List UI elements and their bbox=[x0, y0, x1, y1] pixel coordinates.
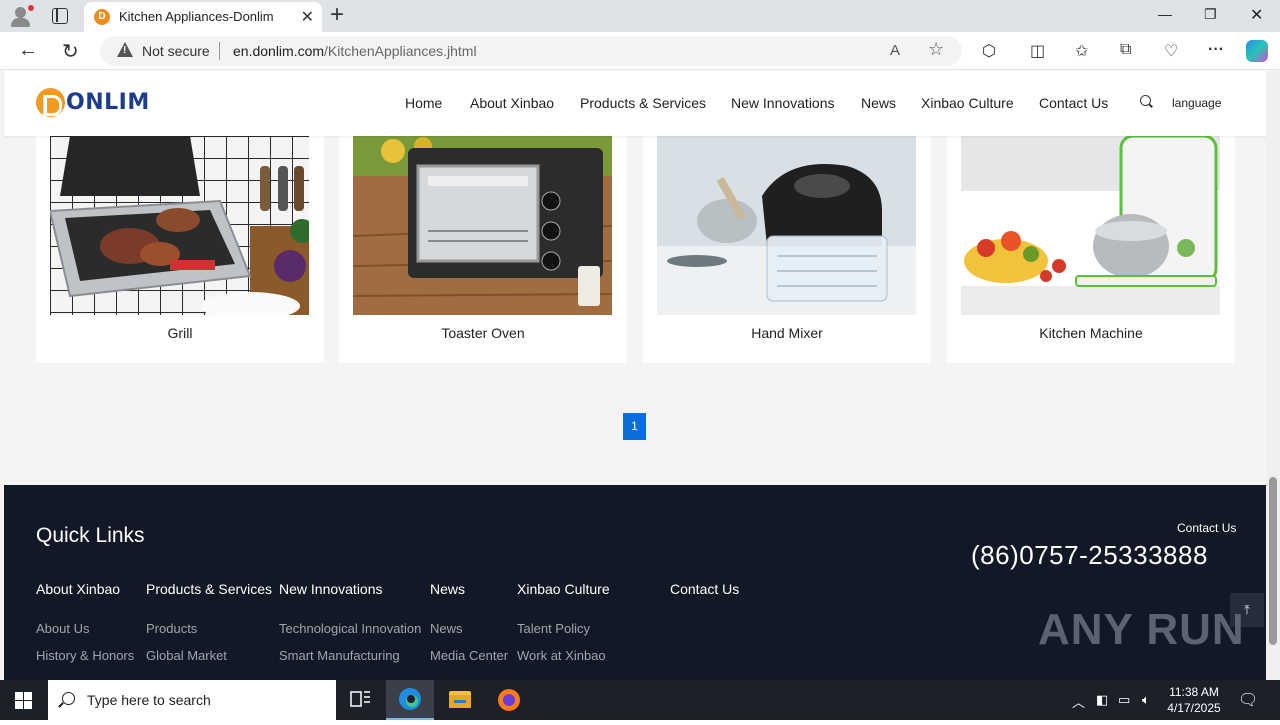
footer-link-news[interactable]: News bbox=[430, 621, 463, 636]
page-scrollbar[interactable] bbox=[1266, 71, 1280, 680]
language-selector[interactable]: language bbox=[1172, 96, 1221, 110]
footer-link-products[interactable]: Products bbox=[146, 621, 197, 636]
nav-new-innovations[interactable]: New Innovations bbox=[731, 95, 835, 111]
pagination-page-1[interactable]: 1 bbox=[623, 413, 646, 440]
footer-link-technological-innovation[interactable]: Technological Innovation bbox=[279, 621, 421, 636]
tab-actions-icon[interactable] bbox=[52, 8, 68, 24]
restore-icon[interactable]: ❐ bbox=[1204, 6, 1217, 23]
window-close-icon[interactable]: ✕ bbox=[1250, 5, 1263, 25]
browser-essentials-icon[interactable]: ♡ bbox=[1164, 41, 1178, 61]
page-viewport: ONLIM Home About Xinbao Products & Servi… bbox=[0, 71, 1266, 680]
logo-mark-icon bbox=[36, 88, 65, 117]
refresh-icon[interactable]: ↻ bbox=[62, 39, 79, 64]
new-tab-icon[interactable]: + bbox=[330, 3, 344, 27]
product-card-hand-mixer[interactable]: Hand Mixer bbox=[643, 121, 931, 363]
tab-close-icon[interactable]: ✕ bbox=[301, 7, 314, 27]
url-path: /KitchenAppliances.jhtml bbox=[324, 43, 477, 59]
toaster-oven-image[interactable] bbox=[353, 136, 612, 315]
collections-icon[interactable]: ⧉ bbox=[1120, 41, 1131, 59]
tab-strip: D Kitchen Appliances-Donlim ✕ + ― ❐ ✕ bbox=[0, 0, 1280, 32]
taskbar-search[interactable]: Type here to search bbox=[48, 680, 336, 720]
site-header: ONLIM Home About Xinbao Products & Servi… bbox=[4, 71, 1266, 136]
browser-toolbar: ← ↻ Not secure en.donlim.com/KitchenAppl… bbox=[0, 32, 1280, 70]
contact-label: Contact Us bbox=[1177, 521, 1237, 535]
footer-link-history-honors[interactable]: History & Honors bbox=[36, 648, 134, 663]
favorites-icon[interactable]: ✩ bbox=[1075, 41, 1088, 61]
url-text[interactable]: en.donlim.com/KitchenAppliances.jhtml bbox=[233, 43, 477, 59]
task-view-icon[interactable] bbox=[336, 680, 384, 720]
kitchen-machine-image[interactable] bbox=[961, 136, 1220, 315]
product-name[interactable]: Hand Mixer bbox=[643, 325, 931, 341]
nav-xinbao-culture[interactable]: Xinbao Culture bbox=[921, 95, 1014, 111]
product-name[interactable]: Toaster Oven bbox=[339, 325, 627, 341]
search-icon[interactable] bbox=[1140, 95, 1151, 106]
footer-heading-contact[interactable]: Contact Us bbox=[670, 581, 739, 597]
site-footer: Quick Links Contact Us (86)0757-25333888… bbox=[4, 485, 1266, 680]
favorite-star-icon[interactable]: ☆ bbox=[928, 39, 944, 60]
windows-start-icon[interactable] bbox=[15, 692, 32, 709]
windows-taskbar: Type here to search ︿ ◧ ▭ 🔈︎ 11:38 AM 4/… bbox=[0, 680, 1280, 720]
copilot-icon[interactable] bbox=[1246, 40, 1268, 62]
product-card-toaster-oven[interactable]: Toaster Oven bbox=[339, 121, 627, 363]
footer-heading-culture[interactable]: Xinbao Culture bbox=[517, 581, 610, 597]
security-label[interactable]: Not secure bbox=[142, 43, 210, 59]
footer-heading-products[interactable]: Products & Services bbox=[146, 581, 272, 597]
logo-text: ONLIM bbox=[66, 90, 150, 115]
product-name[interactable]: Grill bbox=[36, 325, 324, 341]
nav-contact-us[interactable]: Contact Us bbox=[1039, 95, 1108, 111]
footer-link-about-us[interactable]: About Us bbox=[36, 621, 89, 636]
split-screen-icon[interactable]: ◫ bbox=[1030, 41, 1045, 61]
nav-news[interactable]: News bbox=[861, 95, 896, 111]
warning-icon bbox=[117, 42, 133, 57]
notifications-icon[interactable]: 🗨︎ bbox=[1238, 690, 1258, 710]
footer-link-talent-policy[interactable]: Talent Policy bbox=[517, 621, 590, 636]
footer-heading-news[interactable]: News bbox=[430, 581, 465, 597]
search-icon bbox=[62, 692, 75, 705]
product-card-grill[interactable]: Grill bbox=[36, 121, 324, 363]
browser-tab[interactable]: D Kitchen Appliances-Donlim ✕ bbox=[84, 2, 322, 32]
tray-chevron-icon[interactable]: ︿ bbox=[1072, 692, 1085, 711]
meet-now-icon[interactable]: ◧ bbox=[1096, 692, 1108, 708]
nav-products-services[interactable]: Products & Services bbox=[580, 95, 706, 111]
edge-taskbar-icon[interactable] bbox=[386, 680, 434, 720]
scrollbar-thumb[interactable] bbox=[1269, 477, 1277, 645]
footer-link-smart-manufacturing[interactable]: Smart Manufacturing bbox=[279, 648, 400, 663]
firefox-icon[interactable] bbox=[486, 680, 534, 720]
address-separator bbox=[219, 42, 220, 60]
extensions-icon[interactable]: ⬡ bbox=[982, 41, 996, 61]
grill-image[interactable] bbox=[50, 136, 309, 315]
read-aloud-icon[interactable]: A bbox=[890, 42, 900, 59]
more-options-icon[interactable]: ··· bbox=[1208, 41, 1224, 59]
nav-about-xinbao[interactable]: About Xinbao bbox=[470, 95, 554, 111]
nav-home[interactable]: Home bbox=[405, 95, 442, 111]
file-explorer-icon[interactable] bbox=[436, 680, 484, 720]
quick-links-title: Quick Links bbox=[36, 524, 145, 547]
taskbar-clock[interactable]: 11:38 AM 4/17/2025 bbox=[1164, 684, 1224, 716]
site-favicon-icon: D bbox=[94, 9, 110, 25]
back-icon[interactable]: ← bbox=[18, 39, 38, 62]
clock-date: 4/17/2025 bbox=[1167, 701, 1221, 715]
anyrun-watermark: ANY RUN bbox=[1038, 605, 1245, 654]
product-card-kitchen-machine[interactable]: Kitchen Machine bbox=[947, 121, 1235, 363]
footer-link-media-center[interactable]: Media Center bbox=[430, 648, 508, 663]
volume-icon[interactable]: 🔈︎ bbox=[1142, 692, 1150, 708]
product-name[interactable]: Kitchen Machine bbox=[947, 325, 1235, 341]
footer-link-global-market[interactable]: Global Market bbox=[146, 648, 227, 663]
taskbar-search-placeholder: Type here to search bbox=[87, 692, 211, 708]
network-icon[interactable]: ▭ bbox=[1118, 692, 1130, 708]
url-host: en.donlim.com bbox=[233, 43, 325, 59]
hand-mixer-image[interactable] bbox=[657, 136, 916, 315]
footer-heading-innovations[interactable]: New Innovations bbox=[279, 581, 383, 597]
browser-window: D Kitchen Appliances-Donlim ✕ + ― ❐ ✕ ← … bbox=[0, 0, 1280, 680]
footer-link-work-at-xinbao[interactable]: Work at Xinbao bbox=[517, 648, 606, 663]
profile-icon[interactable] bbox=[10, 5, 34, 27]
contact-phone[interactable]: (86)0757-25333888 bbox=[971, 540, 1208, 571]
tab-title: Kitchen Appliances-Donlim bbox=[119, 9, 274, 24]
address-bar[interactable]: Not secure en.donlim.com/KitchenApplianc… bbox=[100, 36, 962, 66]
minimize-icon[interactable]: ― bbox=[1158, 6, 1172, 22]
clock-time: 11:38 AM bbox=[1169, 685, 1219, 699]
footer-heading-about[interactable]: About Xinbao bbox=[36, 581, 120, 597]
